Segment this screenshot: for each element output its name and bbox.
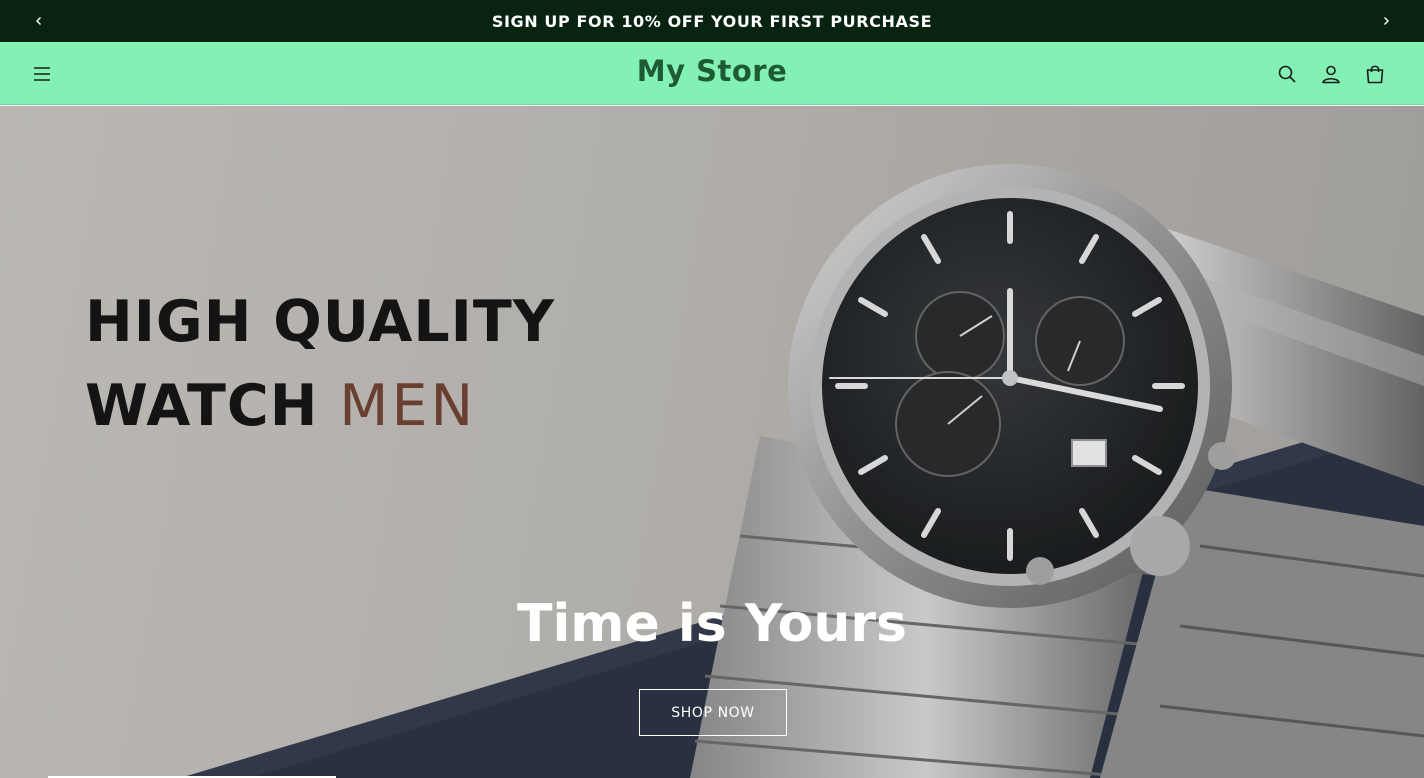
hero-banner: HIGH QUALITY WATCH MEN Time is Yours SHO…	[0, 106, 1424, 778]
shopping-bag-icon	[1366, 65, 1384, 84]
headline-line-1: HIGH QUALITY	[85, 289, 556, 355]
cart-button[interactable]	[1357, 56, 1393, 92]
chevron-left-icon	[36, 17, 41, 25]
announcement-text[interactable]: SIGN UP FOR 10% OFF YOUR FIRST PURCHASE	[492, 12, 932, 31]
announcement-next-button[interactable]	[1366, 0, 1406, 42]
announcement-prev-button[interactable]	[19, 0, 59, 42]
headline-word-watch: WATCH	[85, 373, 319, 439]
announcement-bar: SIGN UP FOR 10% OFF YOUR FIRST PURCHASE	[0, 0, 1424, 42]
headline-line-2: WATCH MEN	[85, 364, 555, 448]
store-logo[interactable]: My Store	[0, 54, 1424, 88]
search-icon	[1278, 65, 1296, 83]
search-button[interactable]	[1269, 56, 1305, 92]
hero-image-headline: HIGH QUALITY WATCH MEN	[85, 280, 555, 448]
site-header: My Store	[0, 42, 1424, 105]
account-button[interactable]	[1313, 56, 1349, 92]
headline-word-men: MEN	[339, 373, 477, 439]
shop-now-button[interactable]: SHOP NOW	[639, 689, 787, 736]
hero-title: Time is Yours	[517, 594, 907, 654]
chevron-right-icon	[1384, 17, 1389, 25]
user-icon	[1322, 65, 1340, 84]
